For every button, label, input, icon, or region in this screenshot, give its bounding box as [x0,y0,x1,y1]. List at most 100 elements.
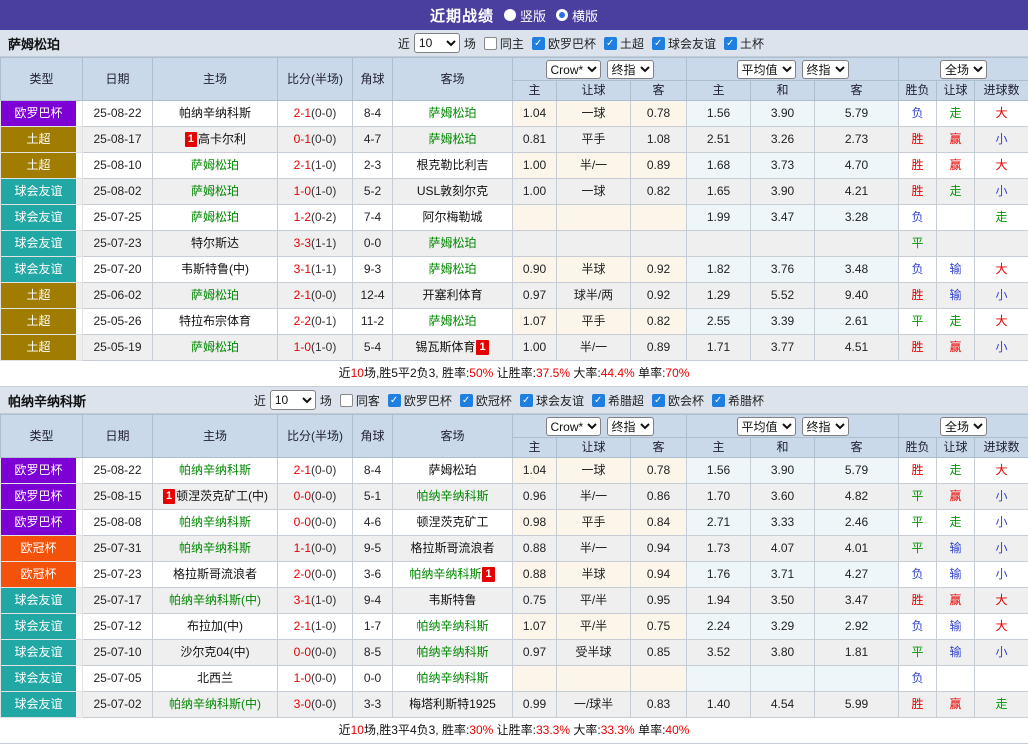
average-odds-value: 3.90 [751,458,815,484]
odds-time-select[interactable]: 终指 [607,417,654,436]
near-label: 近 [398,35,410,52]
home-team-name: 沙尔克04(中) [180,645,249,659]
league-filter-checkbox[interactable] [520,394,533,407]
layout-horizontal-option[interactable]: 横版 [556,6,598,25]
table-body: 欧罗巴杯25-08-22帕纳辛纳科斯2-1(0-0)8-4萨姆松珀1.04一球0… [1,101,1028,361]
league-badge: 球会友谊 [1,588,76,613]
odds-value: 1.00 [513,179,557,205]
league-filter-checkbox[interactable] [652,394,665,407]
average-odds-value: 3.73 [751,153,815,179]
league-filter-checkbox[interactable] [712,394,725,407]
halftime-score: (0-0) [311,288,336,302]
away-team-name: 萨姆松珀 [428,463,476,477]
halftime-score: (1-0) [311,593,336,607]
away-team-cell: 萨姆松珀 [393,101,513,127]
league-type-cell: 土超 [1,309,83,335]
corner-count: 0-0 [353,666,393,692]
league-filter-checkbox[interactable] [388,394,401,407]
odds-value: 0.89 [631,153,687,179]
league-type-cell: 球会友谊 [1,205,83,231]
result-handicap [937,666,975,692]
fulltime-score: 1-2 [294,210,311,224]
same-venue-label: 同客 [356,392,380,409]
league-filter-label: 欧冠杯 [476,392,512,409]
score-cell: 2-0(0-0) [278,562,353,588]
league-filter-checkbox[interactable] [460,394,473,407]
radio-unchecked-icon[interactable] [504,9,516,21]
average-odds-value: 1.70 [687,484,751,510]
summary-segment: 大率: [570,723,601,737]
league-badge: 球会友谊 [1,205,76,230]
odds-value: 0.78 [631,458,687,484]
home-team-cell: 沙尔克04(中) [153,640,278,666]
odds-value [631,231,687,257]
home-team-name: 布拉加(中) [187,619,243,633]
stats-table: 类型日期主场比分(半场)角球客场Crow*终指平均值终指全场主让球客主和客胜负让… [0,414,1028,718]
odds-value: 平/半 [557,614,631,640]
odds-company-select[interactable]: Crow* [546,60,601,79]
result-handicap: 输 [937,536,975,562]
table-body: 欧罗巴杯25-08-22帕纳辛纳科斯2-1(0-0)8-4萨姆松珀1.04一球0… [1,458,1028,718]
odds-value: 0.97 [513,640,557,666]
league-type-cell: 球会友谊 [1,666,83,692]
column-header: 客 [815,81,899,101]
radio-checked-icon[interactable] [556,9,568,21]
column-header: 客 [631,81,687,101]
column-header: 主场 [153,415,278,458]
filter-controls: 近10场同客欧罗巴杯欧冠杯球会友谊希腊超欧会杯希腊杯 [252,390,766,410]
odds-time-select[interactable]: 终指 [607,60,654,79]
match-row: 球会友谊25-07-05北西兰1-0(0-0)0-0帕纳辛纳科斯负 [1,666,1028,692]
column-header: 主 [513,81,557,101]
league-filter-checkbox[interactable] [532,37,545,50]
recent-count-select[interactable]: 10 [270,390,316,410]
league-type-cell: 土超 [1,335,83,361]
league-type-cell: 欧罗巴杯 [1,458,83,484]
result-goals: 大 [975,458,1028,484]
odds-value: 0.78 [631,101,687,127]
league-filter-checkbox[interactable] [652,37,665,50]
record-summary: 近10场,胜5平2负3, 胜率:50% 让胜率:37.5% 大率:44.4% 单… [0,361,1028,387]
same-venue-checkbox[interactable] [340,394,353,407]
average-odds-value: 9.40 [815,283,899,309]
average-select[interactable]: 平均值 [737,60,796,79]
score-cell: 2-1(1-0) [278,614,353,640]
away-team-cell: 根克勒比利吉 [393,153,513,179]
fulltime-score: 1-0 [294,340,311,354]
average-odds-value: 3.52 [687,640,751,666]
column-header: 角球 [353,415,393,458]
home-team-name: 萨姆松珀 [191,158,239,172]
average-time-select[interactable]: 终指 [802,417,849,436]
league-filter-label: 希腊杯 [728,392,764,409]
away-team-name: 格拉斯哥流浪者 [410,541,494,555]
match-date: 25-07-23 [83,562,153,588]
league-badge: 球会友谊 [1,666,76,691]
scope-select[interactable]: 全场 [940,60,987,79]
league-filter-checkbox[interactable] [724,37,737,50]
league-filter-checkbox[interactable] [592,394,605,407]
score-cell: 3-1(1-1) [278,257,353,283]
same-venue-checkbox[interactable] [484,37,497,50]
average-select[interactable]: 平均值 [737,417,796,436]
odds-company-select[interactable]: Crow* [546,417,601,436]
average-odds-value: 2.73 [815,127,899,153]
page-title: 近期战绩 [430,5,494,26]
odds-value [557,205,631,231]
home-team-cell: 帕纳辛纳科斯 [153,536,278,562]
fulltime-score: 2-1 [294,619,311,633]
score-cell: 0-0(0-0) [278,484,353,510]
average-odds-value: 4.27 [815,562,899,588]
recent-count-select[interactable]: 10 [414,33,460,53]
match-date: 25-08-10 [83,153,153,179]
column-header: 胜负 [899,81,937,101]
league-filter-label: 欧罗巴杯 [548,35,596,52]
scope-select[interactable]: 全场 [940,417,987,436]
away-team-cell: 帕纳辛纳科斯 [393,640,513,666]
league-filter-checkbox[interactable] [604,37,617,50]
result-outcome: 胜 [899,127,937,153]
layout-vertical-option[interactable]: 竖版 [504,6,546,25]
odds-value [557,231,631,257]
score-cell: 1-0(1-0) [278,335,353,361]
score-cell: 1-1(0-0) [278,536,353,562]
league-type-cell: 欧罗巴杯 [1,510,83,536]
average-time-select[interactable]: 终指 [802,60,849,79]
